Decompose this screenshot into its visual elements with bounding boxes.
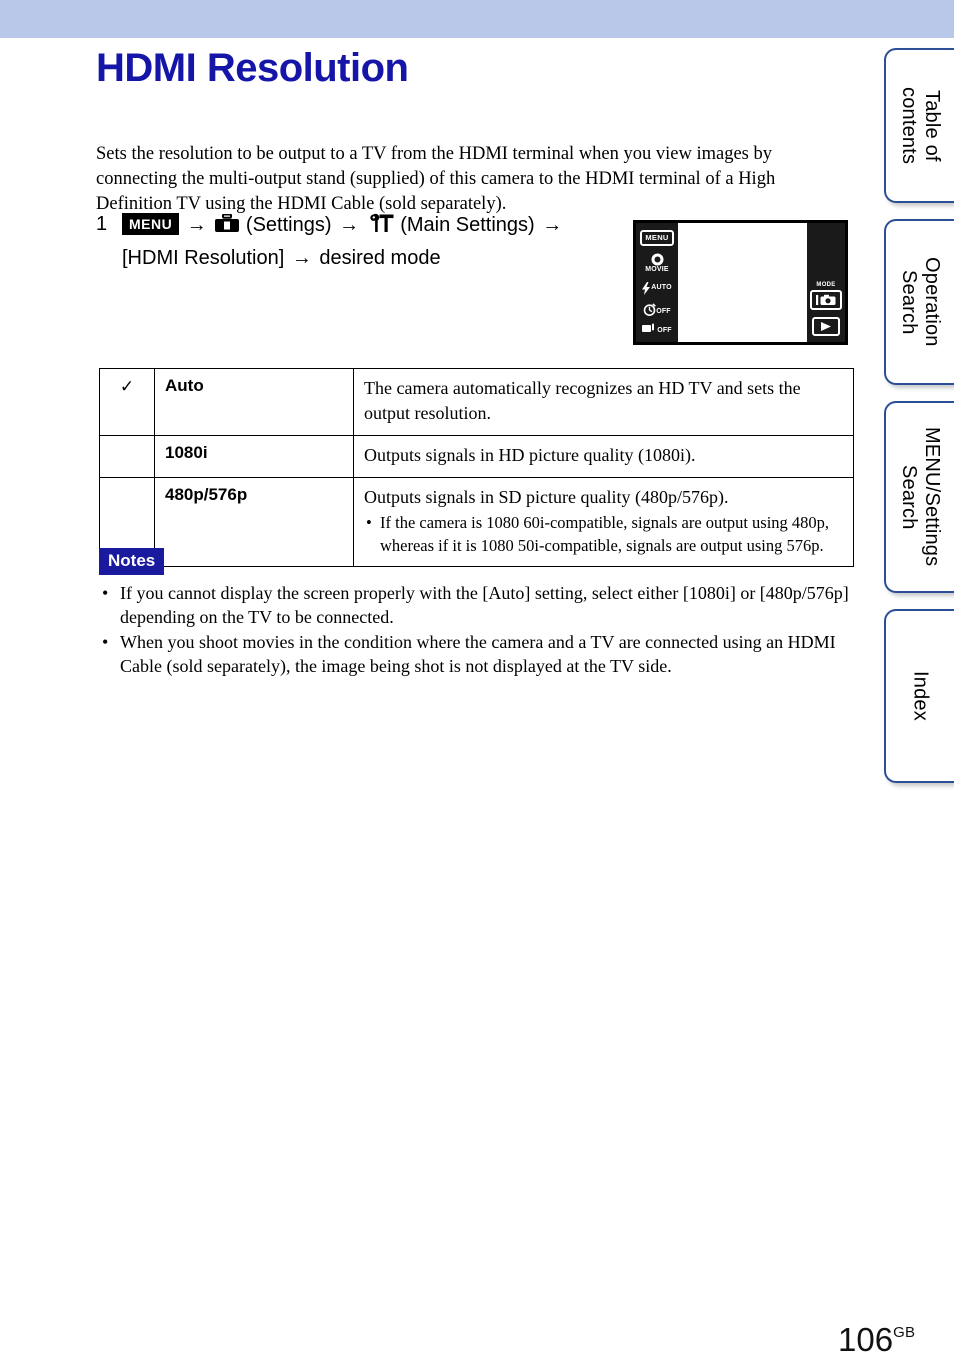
camera-lcd-illustration: MENU MOVIE AUTO OFF OFF MODE xyxy=(633,220,848,345)
page-number-value: 106 xyxy=(838,1321,894,1358)
tab-label: Operation Search xyxy=(898,257,943,347)
intro-paragraph: Sets the resolution to be output to a TV… xyxy=(96,143,776,214)
option-sub-list: If the camera is 1080 60i-compatible, si… xyxy=(364,511,843,557)
notes-list: If you cannot display the screen properl… xyxy=(99,581,854,679)
lcd-shooting-mode-button[interactable] xyxy=(810,290,842,310)
lcd-burst-icon[interactable]: OFF xyxy=(642,323,672,335)
menu-badge-icon: MENU xyxy=(122,213,180,235)
lcd-right-toolbar: MODE xyxy=(807,223,845,342)
checkmark-icon: ✓ xyxy=(119,377,135,396)
option-description: The camera automatically recognizes an H… xyxy=(353,368,854,436)
option-description-text: Outputs signals in SD picture quality (4… xyxy=(364,487,729,507)
desired-mode-label: desired mode xyxy=(319,247,441,269)
option-sub-item: If the camera is 1080 60i-compatible, si… xyxy=(364,511,843,557)
lcd-flash-label: AUTO xyxy=(651,284,672,292)
option-description: Outputs signals in HD picture quality (1… xyxy=(353,435,854,478)
tab-index[interactable]: Index xyxy=(884,609,954,783)
note-item: If you cannot display the screen properl… xyxy=(99,581,854,629)
option-name: Auto xyxy=(154,368,354,436)
top-decorative-band xyxy=(0,0,954,38)
default-marker-cell: ✓ xyxy=(99,368,155,436)
page-content: HDMI Resolution Sets the resolution to b… xyxy=(0,38,915,1369)
step-number: 1 xyxy=(96,213,108,235)
tab-label: MENU/Settings Search xyxy=(898,427,943,567)
page-title: HDMI Resolution xyxy=(96,46,409,90)
arrow-icon-4: → xyxy=(291,247,312,269)
side-navigation-tabs: Table of contents Operation Search MENU/… xyxy=(884,48,954,799)
table-row: ✓ Auto The camera automatically recogniz… xyxy=(99,368,854,436)
default-marker-cell xyxy=(99,435,155,478)
lcd-burst-label: OFF xyxy=(657,327,672,335)
lcd-movie-label: MOVIE xyxy=(645,266,669,274)
notes-badge: Notes xyxy=(99,548,165,575)
tab-label: Table of contents xyxy=(898,86,943,165)
tab-label: Index xyxy=(909,671,932,721)
arrow-icon-2: → xyxy=(339,214,360,236)
lcd-flash-icon[interactable]: AUTO xyxy=(642,281,672,295)
wrench-hammer-icon xyxy=(367,213,395,243)
lcd-mode-label: MODE xyxy=(816,282,836,288)
page-number-region: GB xyxy=(893,1324,916,1341)
tab-menu-settings-search[interactable]: MENU/Settings Search xyxy=(884,401,954,593)
settings-label: (Settings) xyxy=(245,214,332,236)
table-row: 480p/576p Outputs signals in SD picture … xyxy=(99,477,854,567)
toolbox-icon xyxy=(214,213,240,243)
options-table: ✓ Auto The camera automatically recogniz… xyxy=(99,368,854,567)
option-name: 480p/576p xyxy=(154,477,354,567)
lcd-left-toolbar: MENU MOVIE AUTO OFF OFF xyxy=(636,223,678,342)
lcd-movie-icon[interactable]: MOVIE xyxy=(645,253,669,274)
lcd-menu-button[interactable]: MENU xyxy=(638,227,676,248)
option-name: 1080i xyxy=(154,435,354,478)
arrow-icon-3: → xyxy=(542,214,563,236)
tab-operation-search[interactable]: Operation Search xyxy=(884,219,954,385)
step-text: MENU → (Settings) → (Main Settings) → [H… xyxy=(122,210,626,273)
tab-table-of-contents[interactable]: Table of contents xyxy=(884,48,954,203)
page-number: 106GB xyxy=(838,1321,915,1359)
lcd-self-timer-label: OFF xyxy=(656,307,671,315)
options-table-body: ✓ Auto The camera automatically recogniz… xyxy=(99,368,854,567)
lcd-self-timer-icon[interactable]: OFF xyxy=(643,302,671,316)
step-instruction: 1 MENU → (Settings) → (Main Settings) → … xyxy=(96,210,626,273)
main-settings-label: (Main Settings) xyxy=(400,214,535,236)
option-description: Outputs signals in SD picture quality (4… xyxy=(353,477,854,567)
table-row: 1080i Outputs signals in HD picture qual… xyxy=(99,435,854,478)
lcd-playback-button[interactable] xyxy=(812,317,840,336)
arrow-icon-1: → xyxy=(186,214,207,236)
hdmi-resolution-item-label: [HDMI Resolution] xyxy=(122,247,285,269)
lcd-screen-area xyxy=(678,223,807,342)
note-item: When you shoot movies in the condition w… xyxy=(99,630,854,678)
